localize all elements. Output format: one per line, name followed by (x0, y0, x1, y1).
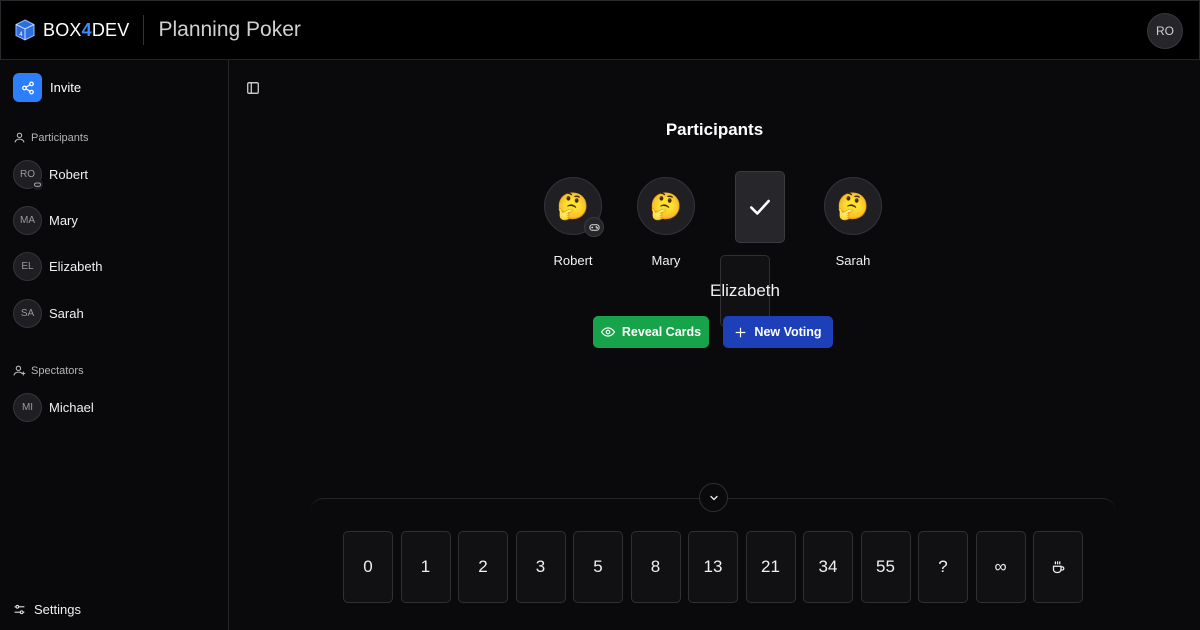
sidebar: Invite Participants RO Robert MA Mary EL… (0, 60, 229, 630)
card-0[interactable]: 0 (343, 531, 393, 603)
user-plus-icon (13, 365, 26, 376)
player-sarah: 🤔 Sarah (813, 171, 893, 268)
sidebar-participant-sarah[interactable]: SA Sarah (13, 299, 84, 328)
box-logo-icon: 4 (15, 19, 35, 41)
avatar: MI (13, 393, 42, 422)
card-1[interactable]: 1 (400, 531, 451, 603)
card-question[interactable]: ? (918, 531, 968, 603)
collapse-deck-button[interactable] (699, 483, 728, 512)
participant-name: Mary (49, 213, 78, 228)
sidebar-spectator-michael[interactable]: MI Michael (13, 393, 94, 422)
plus-icon (735, 327, 746, 337)
player-elizabeth: Elizabeth (710, 171, 800, 327)
chevron-down-icon (709, 495, 718, 500)
card-5[interactable]: 5 (573, 531, 623, 603)
coffee-icon (1052, 560, 1064, 573)
participant-name: Robert (49, 167, 89, 182)
card-8[interactable]: 8 (630, 531, 681, 603)
spectator-name: Michael (49, 400, 94, 415)
sidebar-toggle-icon[interactable] (246, 81, 260, 95)
avatar: EL (13, 252, 42, 281)
header-divider (143, 15, 145, 45)
share-icon (13, 73, 42, 102)
sliders-icon (14, 604, 25, 615)
main-area: Participants 🤔 Robert 🤔 Mary Elizabeth 🤔… (229, 60, 1200, 630)
participants-heading: Participants (13, 131, 88, 144)
avatar: RO (13, 160, 43, 190)
spectators-heading: Spectators (13, 364, 84, 377)
top-bar: 4 BOX4DEV Planning Poker RO (0, 0, 1200, 60)
player-robert: 🤔 Robert (533, 171, 613, 268)
app-title: Planning Poker (158, 18, 301, 41)
card-infinity[interactable]: ∞ (975, 531, 1026, 603)
sidebar-participant-mary[interactable]: MA Mary (13, 206, 78, 235)
card-13[interactable]: 13 (688, 531, 738, 603)
invite-label: Invite (50, 80, 82, 95)
voted-card (735, 171, 785, 243)
avatar: SA (13, 299, 42, 328)
gamepad-icon (584, 217, 604, 237)
participant-name: Elizabeth (49, 259, 103, 274)
eye-icon (600, 327, 615, 337)
check-icon (750, 199, 770, 215)
user-avatar[interactable]: RO (1147, 13, 1183, 49)
sidebar-participant-elizabeth[interactable]: EL Elizabeth (13, 252, 102, 281)
player-name: Mary (651, 253, 681, 268)
card-2[interactable]: 2 (458, 531, 508, 603)
sidebar-participant-robert[interactable]: RO Robert (13, 160, 89, 190)
settings-button[interactable]: Settings (13, 602, 81, 617)
new-voting-button[interactable]: New Voting (723, 316, 833, 348)
card-coffee[interactable] (1033, 531, 1083, 603)
reveal-cards-button[interactable]: Reveal Cards (593, 316, 709, 348)
page-title: Participants (665, 120, 764, 139)
player-name: Sarah (835, 253, 871, 268)
participant-name: Sarah (49, 306, 84, 321)
card-55[interactable]: 55 (860, 531, 911, 603)
thinking-emoji-icon: 🤔 (824, 177, 882, 235)
player-name: Robert (553, 253, 593, 268)
player-mary: 🤔 Mary (626, 171, 706, 268)
thinking-emoji-icon: 🤔 (544, 177, 604, 237)
logo[interactable]: 4 BOX4DEV (13, 18, 129, 42)
thinking-emoji-icon: 🤔 (637, 177, 695, 235)
avatar: MA (13, 206, 42, 235)
logo-text: BOX4DEV (43, 19, 130, 40)
card-34[interactable]: 34 (803, 531, 853, 603)
user-icon (14, 132, 25, 143)
invite-button[interactable]: Invite (13, 73, 81, 102)
gamepad-icon (32, 179, 43, 190)
card-21[interactable]: 21 (745, 531, 796, 603)
card-deck: 0 1 2 3 5 8 13 21 34 55 ? ∞ (343, 531, 1083, 603)
card-3[interactable]: 3 (515, 531, 566, 603)
